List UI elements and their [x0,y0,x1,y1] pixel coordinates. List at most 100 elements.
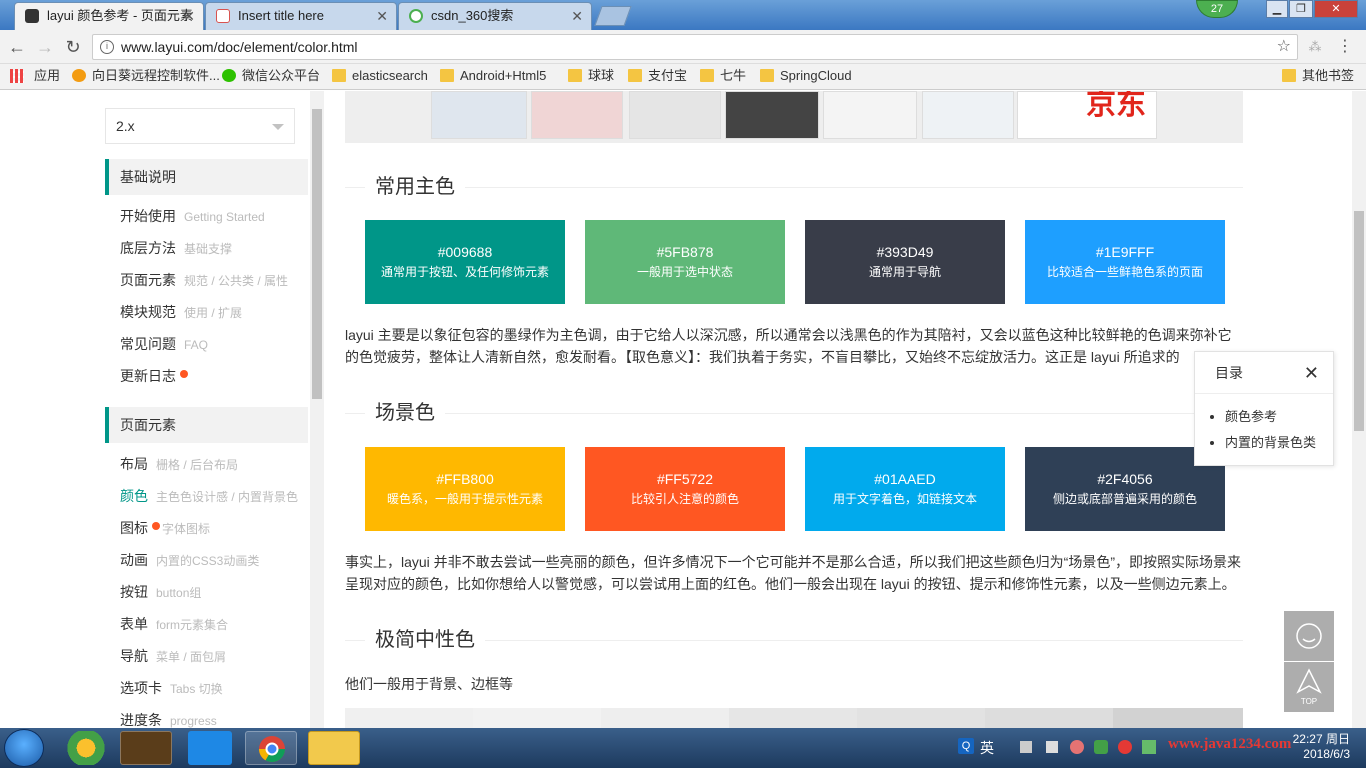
bookmark-elasticsearch[interactable]: elasticsearch [330,64,428,88]
bookmark-other[interactable]: 其他书签 [1280,64,1354,88]
back-to-top-button[interactable]: TOP [1284,662,1334,712]
scrollbar-thumb[interactable] [312,109,322,399]
scrollbar-thumb[interactable] [1354,211,1364,431]
bookmark-qiniu[interactable]: 七牛 [698,64,746,88]
nav-item-getting-started[interactable]: 开始使用 Getting Started [120,206,265,227]
user-badge[interactable]: 27 [1196,0,1238,18]
tray-icon[interactable] [1020,741,1032,753]
feedback-button[interactable] [1284,611,1334,661]
bookmark-wechat[interactable]: 微信公众平台 [220,64,320,88]
neutral-color-paragraph: 他们一般用于背景、边框等 [345,676,513,692]
bookmark-android[interactable]: Android+Html5 [438,64,546,88]
nav-item-elements[interactable]: 页面元素 规范 / 公共类 / 属性 [120,270,288,291]
swatch-desc: 一般用于选中状态 [636,265,733,279]
bookmark-label: 应用 [34,68,61,83]
tray-icon[interactable] [1046,741,1058,753]
new-dot-icon [180,370,188,378]
close-window-button[interactable]: ✕ [1314,0,1358,18]
nav-item-changelog[interactable]: 更新日志 [120,366,188,386]
tab-insert-title[interactable]: Insert title here ✕ [205,2,397,30]
tab-csdn-search[interactable]: csdn_360搜索 ✕ [398,2,592,30]
bookmark-label: 微信公众平台 [242,68,321,83]
tab-layui-color[interactable]: layui 颜色参考 - 页面元素 ✕ [14,2,204,30]
toc-item-color-ref[interactable]: 颜色参考 [1225,404,1316,430]
new-tab-button[interactable] [594,6,632,26]
windows-start-button[interactable] [4,729,44,767]
toc-item-bg-classes[interactable]: 内置的背景色类 [1225,430,1316,456]
java-ide-icon[interactable] [120,731,172,765]
ad-product-image[interactable] [531,91,623,139]
nav-item-faq[interactable]: 常见问题 FAQ [120,334,208,355]
app-launcher-icon[interactable] [60,731,112,765]
file-explorer-icon[interactable] [308,731,360,765]
nav-item-label: 页面元素 [120,272,176,288]
extension-icon[interactable]: ⁂ [1304,36,1326,58]
security-shield-icon[interactable] [1094,740,1108,754]
nav-item-progress[interactable]: 进度条 progress [120,710,217,728]
nav-item-modules[interactable]: 模块规范 使用 / 扩展 [120,302,242,323]
nav-item-button[interactable]: 按钮 button组 [120,582,201,603]
nav-item-sub: 菜单 / 面包屑 [156,650,227,664]
minimize-button[interactable]: ▁ [1266,0,1288,18]
tray-icon[interactable] [1142,740,1156,754]
ad-product-image[interactable] [922,91,1014,139]
clock-time: 22:27 周日 [1292,732,1350,746]
menu-icon[interactable]: ⋮ [1334,36,1356,58]
nav-item-color[interactable]: 颜色 主色色设计感 / 内置背景色 [120,486,298,507]
chrome-icon[interactable] [245,731,297,765]
bookmark-label: 向日葵远程控制软件... [92,68,220,83]
nav-item-layout[interactable]: 布局 栅格 / 后台布局 [120,454,238,475]
ad-product-image[interactable] [823,91,917,139]
nav-item-nav[interactable]: 导航 菜单 / 面包屑 [120,646,226,667]
bookmark-alipay[interactable]: 支付宝 [626,64,687,88]
bookmark-label: 其他书签 [1302,68,1355,83]
nav-item-label: 布局 [120,456,148,472]
bookmark-apps[interactable]: 应用 [8,64,60,88]
bookmark-label: 七牛 [720,68,747,83]
nav-item-label: 开始使用 [120,208,176,224]
bookmark-star-icon[interactable]: ☆ [1277,35,1291,59]
forward-icon[interactable]: → [34,36,56,58]
ime-indicator[interactable]: 英 [980,738,994,758]
color-swatch: #393D49 通常用于导航 [805,220,1005,304]
section-divider [345,187,1243,188]
clock[interactable]: 22:27 周日 2018/6/3 [1293,732,1350,762]
jd-logo[interactable]: 京东 [1017,91,1157,139]
bookmark-label: 球球 [588,68,615,83]
close-tab-icon[interactable]: ✕ [376,3,388,29]
close-icon[interactable]: ✕ [1304,352,1319,394]
ad-product-image[interactable] [629,91,721,139]
wps-writer-icon[interactable] [188,731,232,765]
page-scrollbar[interactable] [1352,91,1366,728]
nav-item-icon[interactable]: 图标 字体图标 [120,518,210,539]
neutral-swatch [601,708,729,728]
sidebar-scrollbar[interactable] [310,91,324,728]
nav-item-form[interactable]: 表单 form元素集合 [120,614,228,635]
nav-item-sub: 字体图标 [162,522,211,536]
ad-banner[interactable]: 京东 [345,91,1243,143]
reload-icon[interactable]: ↻ [62,36,84,58]
nav-item-sub: 栅格 / 后台布局 [156,458,239,472]
nav-item-anim[interactable]: 动画 内置的CSS3动画类 [120,550,259,571]
qq-input-icon[interactable]: Q [958,738,974,754]
version-select[interactable]: 2.x [105,108,295,144]
bookmark-qiuqiu[interactable]: 球球 [566,64,614,88]
nav-item-base[interactable]: 底层方法 基础支撑 [120,238,232,259]
close-tab-icon[interactable]: ✕ [183,3,195,29]
wechat-icon [222,69,236,82]
page-favicon-icon [216,9,230,23]
site-info-icon[interactable]: i [100,40,114,54]
nav-section-elements: 页面元素 [105,407,308,443]
neutral-swatch [345,708,473,728]
tray-icon[interactable] [1070,740,1084,754]
nav-item-tabs[interactable]: 选项卡 Tabs 切换 [120,678,223,699]
bookmark-springcloud[interactable]: SpringCloud [758,64,852,88]
ad-product-image[interactable] [431,91,527,139]
close-tab-icon[interactable]: ✕ [571,3,583,29]
tray-icon[interactable] [1118,740,1132,754]
ad-product-image[interactable] [725,91,819,139]
bookmark-sunflower[interactable]: 向日葵远程控制软件... [70,64,220,88]
back-icon[interactable]: ← [6,36,28,58]
address-bar[interactable]: i www.layui.com/doc/element/color.html ☆ [92,34,1298,60]
maximize-button[interactable]: ❐ [1289,0,1313,18]
